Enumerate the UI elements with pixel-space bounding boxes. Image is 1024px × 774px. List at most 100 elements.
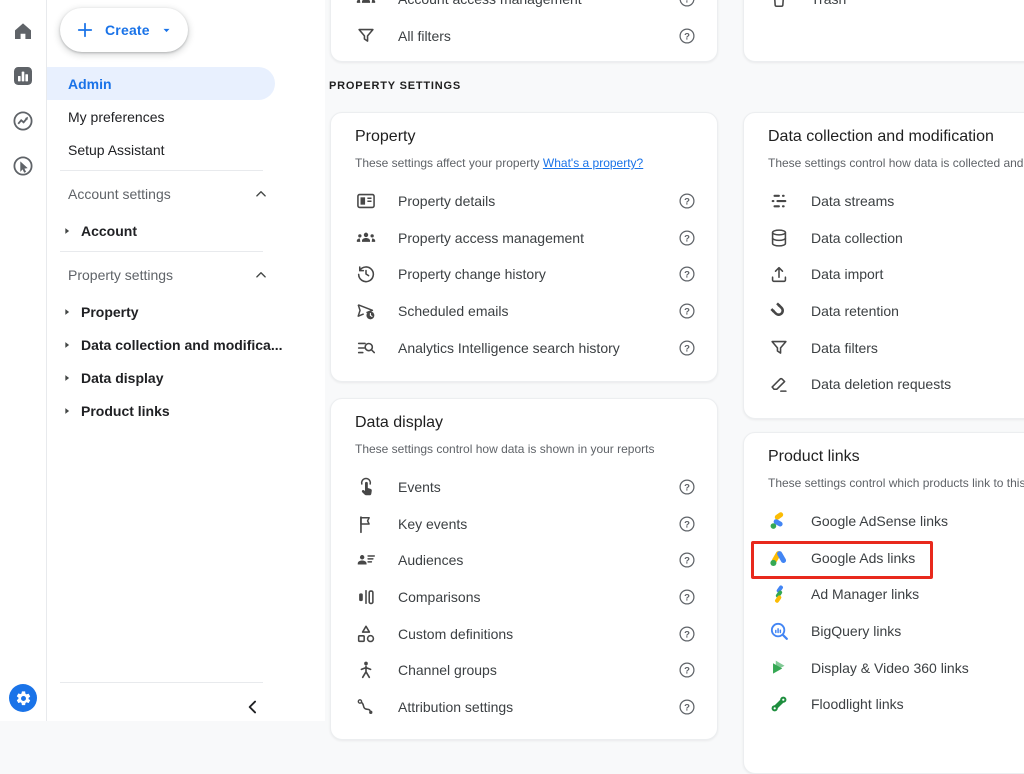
- sidebar-item-property[interactable]: Property: [47, 295, 325, 328]
- floodlight-icon: [767, 692, 791, 716]
- settings-row-label: Data filters: [811, 340, 878, 356]
- svg-text:?: ?: [684, 31, 690, 42]
- settings-row-label: Ad Manager links: [811, 586, 919, 602]
- help-icon[interactable]: ?: [677, 624, 697, 644]
- settings-row-floodlight-links[interactable]: Floodlight links?: [744, 686, 1024, 723]
- sidebar-item-my-preferences[interactable]: My preferences: [47, 100, 325, 133]
- svg-text:?: ?: [684, 519, 690, 530]
- settings-row-property-details[interactable]: Property details?: [331, 183, 717, 220]
- sidebar-item-admin[interactable]: Admin: [47, 67, 275, 100]
- svg-text:?: ?: [684, 702, 690, 713]
- expand-arrow-icon[interactable]: [62, 307, 72, 317]
- shapes-icon: [354, 622, 378, 646]
- svg-text:?: ?: [684, 629, 690, 640]
- sidebar-item-data-display[interactable]: Data display: [47, 361, 325, 394]
- chevron-up-icon: [252, 185, 270, 203]
- help-icon[interactable]: ?: [677, 191, 697, 211]
- settings-row-trash[interactable]: Trash?: [744, 0, 1024, 18]
- settings-row-google-adsense-links[interactable]: Google AdSense links?: [744, 503, 1024, 540]
- help-icon[interactable]: ?: [677, 338, 697, 358]
- settings-row-key-events[interactable]: Key events?: [331, 506, 717, 543]
- settings-row-data-retention[interactable]: Data retention?: [744, 293, 1024, 330]
- help-icon[interactable]: ?: [677, 550, 697, 570]
- property-details-icon: [354, 189, 378, 213]
- sidebar-item-setup-assistant[interactable]: Setup Assistant: [47, 133, 325, 166]
- settings-row-property-change-history[interactable]: Property change history?: [331, 256, 717, 293]
- settings-row-label: Key events: [398, 516, 467, 532]
- settings-row-analytics-intelligence-search-history[interactable]: Analytics Intelligence search history?: [331, 329, 717, 366]
- funnel-icon: [767, 336, 791, 360]
- help-icon[interactable]: ?: [677, 0, 697, 9]
- settings-row-custom-definitions[interactable]: Custom definitions?: [331, 615, 717, 652]
- home-icon[interactable]: [11, 19, 35, 43]
- sidebar-item-data-collection[interactable]: Data collection and modifica...: [47, 328, 325, 361]
- settings-row-label: Data streams: [811, 193, 894, 209]
- settings-row-property-access-management[interactable]: Property access management?: [331, 220, 717, 257]
- settings-row-data-deletion-requests[interactable]: Data deletion requests?: [744, 366, 1024, 403]
- settings-row-google-ads-links[interactable]: Google Ads links?: [744, 540, 1024, 577]
- account-card-partial: Account access management?All filters?: [330, 0, 718, 62]
- help-icon[interactable]: ?: [677, 514, 697, 534]
- expand-arrow-icon[interactable]: [62, 373, 72, 383]
- data-collection-card-rows: Data streams?Data collection?Data import…: [744, 183, 1024, 403]
- history-icon: [354, 262, 378, 286]
- settings-row-audiences[interactable]: Audiences?: [331, 542, 717, 579]
- svg-text:?: ?: [684, 0, 690, 6]
- upload-icon: [767, 262, 791, 286]
- settings-row-label: Analytics Intelligence search history: [398, 340, 620, 356]
- settings-row-attribution-settings[interactable]: Attribution settings?: [331, 689, 717, 726]
- plus-icon: [75, 20, 95, 40]
- help-icon[interactable]: ?: [677, 660, 697, 680]
- settings-row-display-video-360-links[interactable]: Display & Video 360 links?: [744, 649, 1024, 686]
- divider: [60, 682, 263, 683]
- settings-row-data-import[interactable]: Data import?: [744, 256, 1024, 293]
- settings-row-comparisons[interactable]: Comparisons?: [331, 579, 717, 616]
- app-rail: [0, 0, 47, 721]
- settings-row-data-collection[interactable]: Data collection?: [744, 220, 1024, 257]
- settings-row-bigquery-links[interactable]: BigQuery links?: [744, 613, 1024, 650]
- help-icon[interactable]: ?: [677, 301, 697, 321]
- settings-row-label: Property change history: [398, 266, 546, 282]
- settings-row-label: BigQuery links: [811, 623, 901, 639]
- create-button[interactable]: Create: [60, 8, 188, 52]
- reports-icon[interactable]: [11, 64, 35, 88]
- settings-row-label: Custom definitions: [398, 626, 513, 642]
- help-icon[interactable]: ?: [677, 697, 697, 717]
- expand-arrow-icon[interactable]: [62, 340, 72, 350]
- section-label: Account settings: [68, 186, 171, 202]
- expand-arrow-icon[interactable]: [62, 226, 72, 236]
- help-icon[interactable]: ?: [677, 228, 697, 248]
- svg-text:?: ?: [684, 556, 690, 567]
- explore-icon[interactable]: [11, 109, 35, 133]
- settings-row-events[interactable]: Events?: [331, 469, 717, 506]
- settings-row-label: Events: [398, 479, 441, 495]
- admin-gear-icon[interactable]: [9, 684, 37, 712]
- help-icon[interactable]: ?: [677, 477, 697, 497]
- eraser-icon: [767, 372, 791, 396]
- whats-a-property-link[interactable]: What's a property?: [543, 156, 643, 170]
- sidebar-item-account[interactable]: Account: [47, 214, 325, 247]
- settings-row-channel-groups[interactable]: Channel groups?: [331, 652, 717, 689]
- settings-row-ad-manager-links[interactable]: Ad Manager links?: [744, 576, 1024, 613]
- advertising-icon[interactable]: [11, 154, 35, 178]
- settings-row-data-filters[interactable]: Data filters?: [744, 329, 1024, 366]
- help-icon[interactable]: ?: [677, 264, 697, 284]
- section-account-settings[interactable]: Account settings: [47, 174, 325, 214]
- people-group-icon: [354, 226, 378, 250]
- card-subtitle: These settings affect your property What…: [355, 155, 693, 171]
- help-icon[interactable]: ?: [677, 587, 697, 607]
- collapse-sidebar-button[interactable]: [243, 697, 263, 717]
- sidebar-item-product-links[interactable]: Product links: [47, 394, 325, 427]
- settings-row-all-filters[interactable]: All filters?: [331, 18, 717, 55]
- expand-arrow-icon[interactable]: [62, 406, 72, 416]
- settings-row-label: Scheduled emails: [398, 303, 509, 319]
- settings-row-account-access-management[interactable]: Account access management?: [331, 0, 717, 18]
- settings-row-scheduled-emails[interactable]: Scheduled emails?: [331, 293, 717, 330]
- settings-row-label: Display & Video 360 links: [811, 660, 969, 676]
- property-card-rows: Property details?Property access managem…: [331, 183, 717, 366]
- settings-row-data-streams[interactable]: Data streams?: [744, 183, 1024, 220]
- divider: [60, 251, 263, 252]
- help-icon[interactable]: ?: [677, 26, 697, 46]
- section-property-settings[interactable]: Property settings: [47, 255, 325, 295]
- comparisons-icon: [354, 585, 378, 609]
